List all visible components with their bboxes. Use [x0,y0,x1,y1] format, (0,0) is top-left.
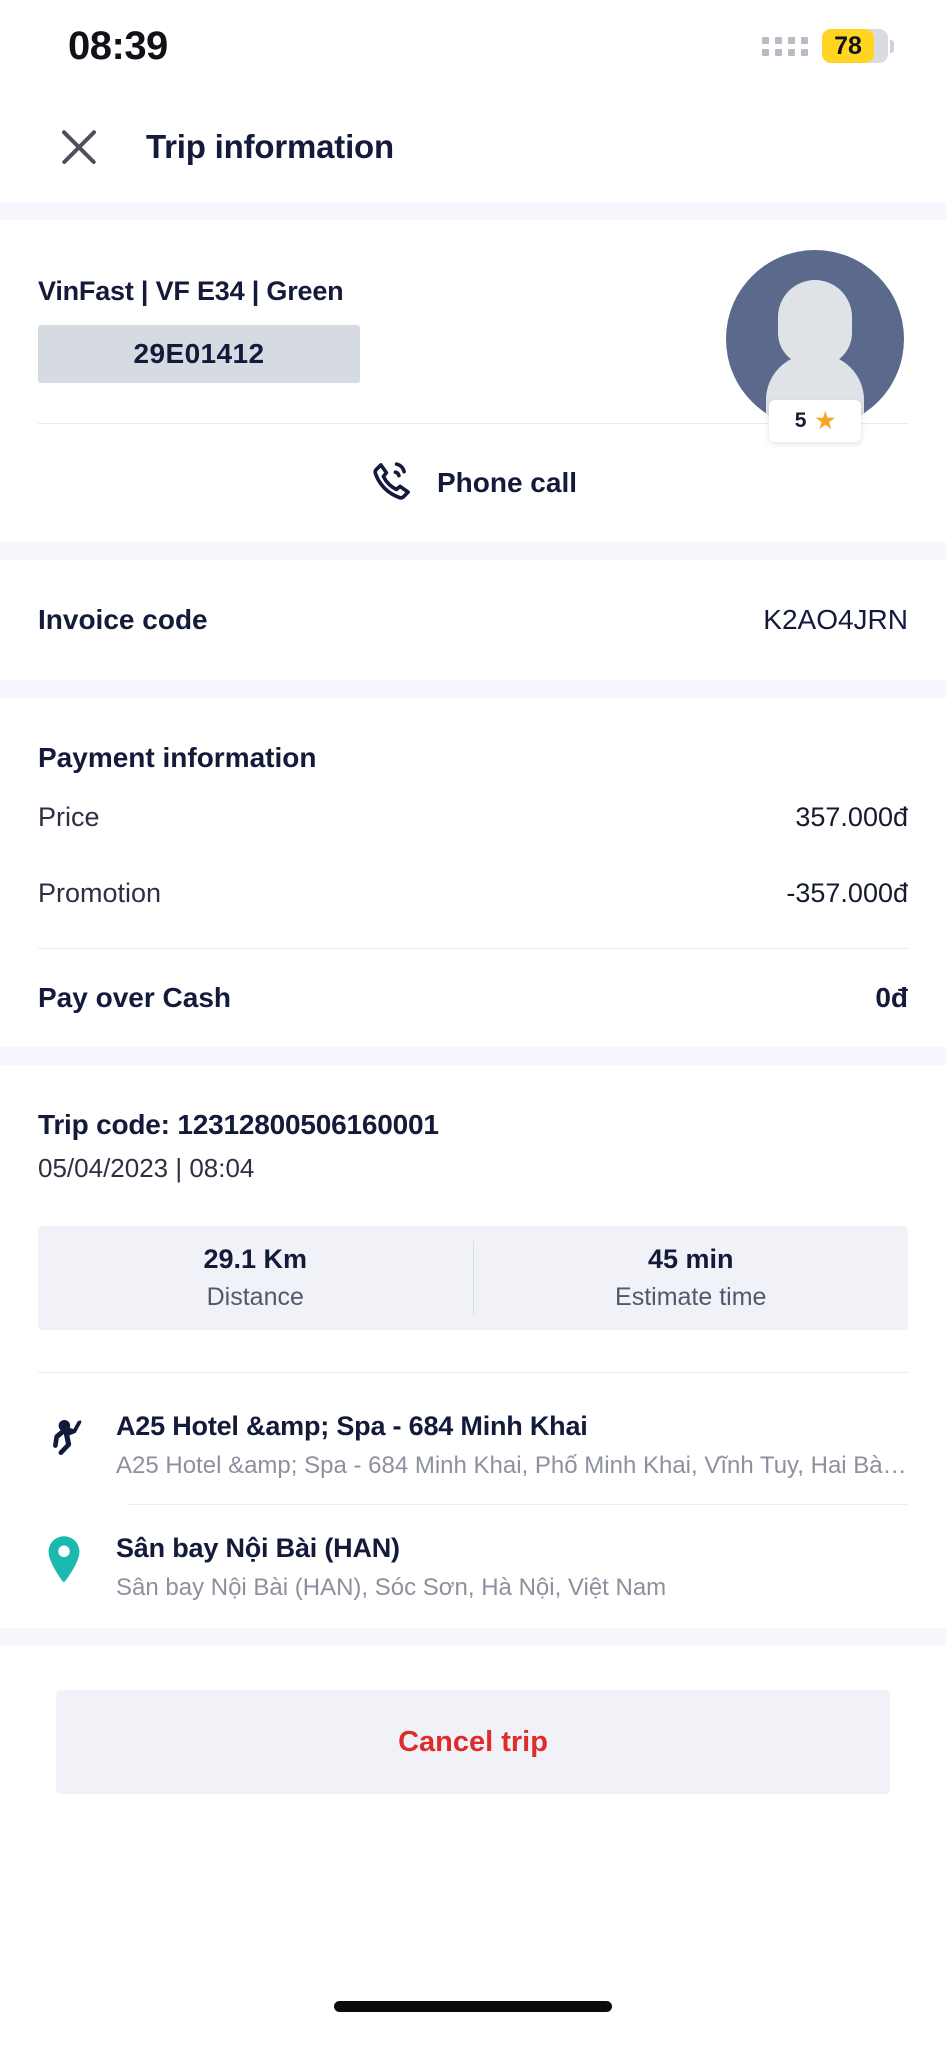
payment-section: Payment information Price 357.000đ Promo… [0,698,946,1047]
driver-section: VinFast | VF E34 | Green 29E01412 5 ★ Ph… [0,220,946,542]
payment-title: Payment information [38,742,317,773]
invoice-value: K2AO4JRN [763,604,908,635]
payment-total-value: 0đ [875,982,908,1013]
rating-badge: 5 ★ [769,400,861,442]
apps-grid-icon [762,36,808,56]
address-subtitle: Sân bay Nội Bài (HAN), Sóc Sơn, Hà Nội, … [116,1574,667,1601]
trip-code-block: Trip code: 12312800506160001 05/04/2023 … [0,1065,946,1184]
trip-stats: 29.1 Km Distance 45 min Estimate time [38,1226,908,1330]
stat-distance: 29.1 Km Distance [38,1244,473,1312]
map-pin-icon [38,1531,90,1589]
address-text: A25 Hotel &amp; Spa - 684 Minh Khai A25 … [116,1409,908,1480]
payment-label: Promotion [38,877,162,908]
payment-label: Price [38,801,100,832]
battery-percent-label: 78 [822,29,874,63]
address-list: A25 Hotel &amp; Spa - 684 Minh Khai A25 … [0,1373,946,1628]
trip-code: Trip code: 12312800506160001 [38,1109,439,1140]
phone-call-icon [369,458,415,509]
stat-value: 45 min [647,1244,734,1274]
status-time: 08:39 [68,23,168,68]
vehicle-info: VinFast | VF E34 | Green 29E01412 5 ★ [0,220,946,442]
driver-avatar-wrap[interactable]: 5 ★ [726,250,904,442]
stat-label: Estimate time [615,1283,767,1311]
section-divider [0,680,946,698]
stat-label: Distance [206,1283,304,1311]
payment-total-row: Pay over Cash 0đ [0,949,946,1047]
trip-details-section: Trip code: 12312800506160001 05/04/2023 … [0,1065,946,1628]
section-divider [0,202,946,220]
stat-value: 29.1 Km [203,1244,308,1274]
status-bar: 08:39 78 [0,0,946,92]
invoice-section: Invoice code K2AO4JRN [0,560,946,680]
section-divider [0,542,946,560]
address-title: Sân bay Nội Bài (HAN) [116,1533,400,1563]
payment-row-promotion: Promotion -357.000đ [0,860,946,926]
license-plate: 29E01412 [38,325,360,383]
page-title: Trip information [146,128,394,165]
payment-value: 357.000đ [795,801,908,832]
page-header: Trip information [0,92,946,202]
address-title: A25 Hotel &amp; Spa - 684 Minh Khai [116,1411,588,1441]
payment-total-label: Pay over Cash [38,982,231,1013]
invoice-label: Invoice code [38,604,208,635]
address-destination[interactable]: Sân bay Nội Bài (HAN) Sân bay Nội Bài (H… [0,1505,946,1602]
stat-estimate-time: 45 min Estimate time [474,1244,909,1312]
payment-value: -357.000đ [786,877,908,908]
home-indicator [334,2001,612,2012]
section-divider [0,1628,946,1646]
address-subtitle: A25 Hotel &amp; Spa - 684 Minh Khai, Phố… [116,1452,908,1479]
close-icon[interactable] [56,124,102,170]
rating-value: 5 [794,409,807,432]
invoice-row: Invoice code K2AO4JRN [0,560,946,680]
trip-datetime: 05/04/2023 | 08:04 [38,1153,255,1183]
address-text: Sân bay Nội Bài (HAN) Sân bay Nội Bài (H… [116,1531,908,1602]
battery-icon: 78 [822,29,894,63]
phone-call-label: Phone call [436,467,578,498]
pickup-person-icon [38,1409,90,1467]
payment-row-price: Price 357.000đ [0,784,946,850]
section-divider [0,1047,946,1065]
cancel-section: Cancel trip [0,1646,946,1794]
cancel-trip-button[interactable]: Cancel trip [56,1690,890,1794]
status-indicators: 78 [762,29,894,63]
star-icon: ★ [815,408,836,433]
address-pickup[interactable]: A25 Hotel &amp; Spa - 684 Minh Khai A25 … [0,1383,946,1480]
trip-information-screen: 08:39 78 Trip information VinFast | VF E… [0,0,946,2048]
